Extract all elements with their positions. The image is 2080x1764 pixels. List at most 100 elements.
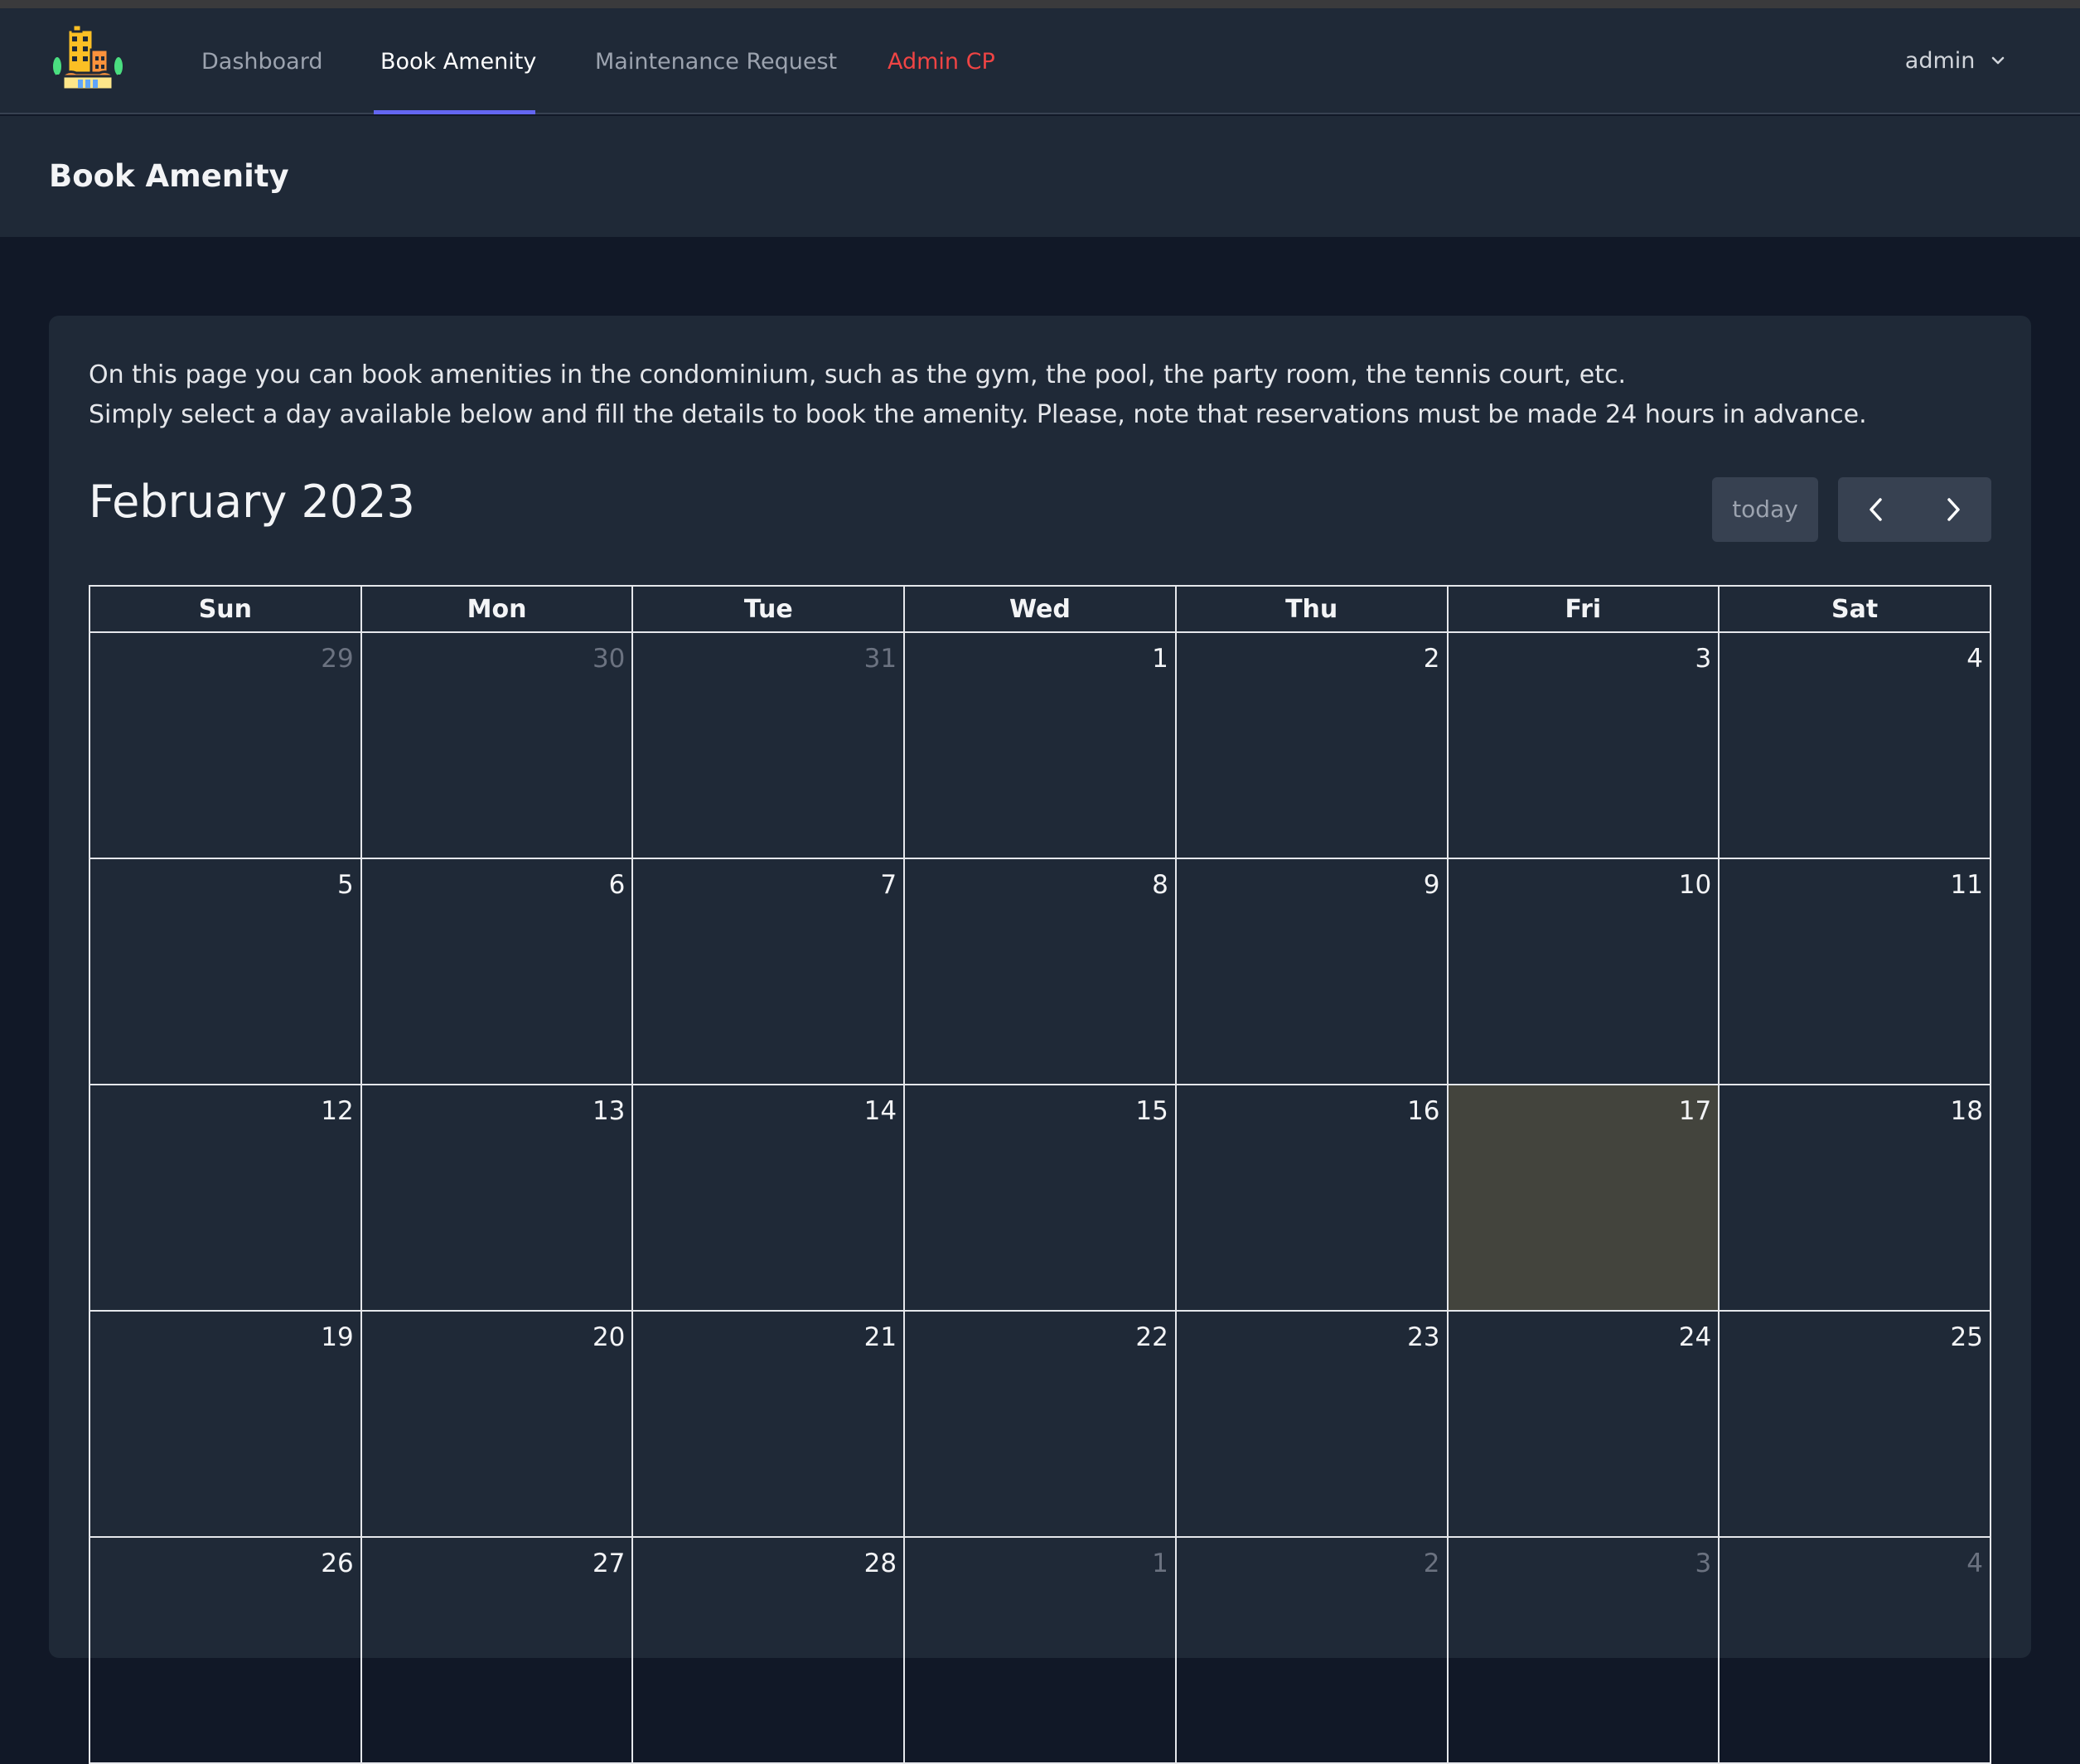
next-month-button[interactable] <box>1915 477 1991 542</box>
day-number: 26 <box>321 1549 354 1578</box>
week-row: 19 20 21 22 23 24 25 <box>89 1310 1991 1538</box>
day-cell-other-month[interactable]: 29 <box>89 631 362 859</box>
day-cell[interactable]: 15 <box>903 1084 1177 1312</box>
day-cell[interactable]: 23 <box>1174 1310 1449 1538</box>
day-number: 3 <box>1695 644 1712 674</box>
day-number: 8 <box>1152 870 1168 900</box>
weekday-header: Sun <box>89 585 362 633</box>
day-number: 10 <box>1678 870 1712 900</box>
day-number: 28 <box>863 1549 897 1578</box>
day-cell[interactable]: 25 <box>1718 1310 1991 1538</box>
chevron-down-icon <box>1991 56 2005 64</box>
day-cell-other-month[interactable]: 31 <box>631 631 906 859</box>
day-number: 2 <box>1423 644 1440 674</box>
intro-line-1: On this page you can book amenities in t… <box>89 360 1627 389</box>
day-number: 27 <box>592 1549 626 1578</box>
day-number: 23 <box>1407 1322 1440 1352</box>
day-number: 6 <box>608 870 626 900</box>
day-number: 5 <box>336 870 354 900</box>
day-number: 21 <box>863 1322 897 1352</box>
day-cell[interactable]: 12 <box>89 1084 362 1312</box>
day-cell[interactable]: 1 <box>903 631 1177 859</box>
day-number: 4 <box>1966 644 1983 674</box>
day-number: 19 <box>321 1322 354 1352</box>
day-cell[interactable]: 2 <box>1174 631 1449 859</box>
day-number: 16 <box>1407 1096 1440 1126</box>
calendar-title: February 2023 <box>89 476 415 528</box>
day-cell[interactable]: 13 <box>360 1084 634 1312</box>
day-cell[interactable]: 5 <box>89 858 362 1085</box>
day-number: 11 <box>1950 870 1983 900</box>
nav-maintenance-request[interactable]: Maintenance Request <box>595 8 837 113</box>
day-number: 25 <box>1950 1322 1983 1352</box>
nav-book-amenity[interactable]: Book Amenity <box>380 8 536 113</box>
day-cell[interactable]: 16 <box>1174 1084 1449 1312</box>
day-number: 12 <box>321 1096 354 1126</box>
day-number: 29 <box>321 644 354 674</box>
week-row: 29 30 31 1 2 3 4 <box>89 631 1991 859</box>
weekday-header-row: Sun Mon Tue Wed Thu Fri Sat <box>89 585 1991 633</box>
day-cell[interactable]: 9 <box>1174 858 1449 1085</box>
building-logo-icon <box>51 23 124 93</box>
day-number: 4 <box>1966 1549 1983 1578</box>
day-number: 30 <box>592 644 626 674</box>
today-button[interactable]: today <box>1712 477 1818 542</box>
day-cell[interactable]: 14 <box>631 1084 906 1312</box>
day-number: 18 <box>1950 1096 1983 1126</box>
chevron-right-icon <box>1947 498 1960 521</box>
day-cell[interactable]: 3 <box>1446 631 1720 859</box>
day-number: 3 <box>1695 1549 1712 1578</box>
window-top-bar <box>0 0 2080 8</box>
day-number: 15 <box>1135 1096 1168 1126</box>
top-navbar: Dashboard Book Amenity Maintenance Reque… <box>0 8 2080 114</box>
intro-line-2: Simply select a day available below and … <box>89 400 1867 429</box>
day-cell-today[interactable]: 17 <box>1446 1084 1720 1312</box>
day-cell[interactable]: 26 <box>89 1536 362 1764</box>
day-cell-other-month[interactable]: 4 <box>1718 1536 1991 1764</box>
day-number: 13 <box>592 1096 626 1126</box>
calendar-grid: Sun Mon Tue Wed Thu Fri Sat 29 30 31 1 2… <box>89 585 1991 1764</box>
day-cell[interactable]: 22 <box>903 1310 1177 1538</box>
weekday-header: Mon <box>360 585 634 633</box>
month-nav-group <box>1838 477 1991 542</box>
nav-dashboard[interactable]: Dashboard <box>201 8 322 113</box>
weekday-header: Wed <box>903 585 1177 633</box>
day-cell-other-month[interactable]: 3 <box>1446 1536 1720 1764</box>
day-number: 31 <box>863 644 897 674</box>
day-number: 14 <box>863 1096 897 1126</box>
day-cell[interactable]: 18 <box>1718 1084 1991 1312</box>
condominium-logo[interactable] <box>50 23 126 101</box>
day-cell[interactable]: 6 <box>360 858 634 1085</box>
day-number: 7 <box>880 870 897 900</box>
prev-month-button[interactable] <box>1838 477 1914 542</box>
intro-text: On this page you can book amenities in t… <box>89 355 1867 435</box>
day-cell[interactable]: 4 <box>1718 631 1991 859</box>
day-number: 22 <box>1135 1322 1168 1352</box>
day-number: 24 <box>1678 1322 1712 1352</box>
user-name: admin <box>1904 48 1976 74</box>
weekday-header: Thu <box>1174 585 1449 633</box>
page-title: Book Amenity <box>49 158 289 194</box>
day-cell-other-month[interactable]: 1 <box>903 1536 1177 1764</box>
day-cell[interactable]: 10 <box>1446 858 1720 1085</box>
day-cell[interactable]: 20 <box>360 1310 634 1538</box>
week-row: 5 6 7 8 9 10 11 <box>89 858 1991 1085</box>
day-cell[interactable]: 19 <box>89 1310 362 1538</box>
day-number: 2 <box>1423 1549 1440 1578</box>
chevron-left-icon <box>1870 498 1882 521</box>
weekday-header: Tue <box>631 585 906 633</box>
page-header: Book Amenity <box>0 116 2080 237</box>
user-menu[interactable]: admin <box>1905 8 2005 113</box>
day-cell[interactable]: 7 <box>631 858 906 1085</box>
active-tab-indicator <box>374 110 535 114</box>
day-cell[interactable]: 28 <box>631 1536 906 1764</box>
day-cell-other-month[interactable]: 2 <box>1174 1536 1449 1764</box>
nav-admin-cp[interactable]: Admin CP <box>888 8 995 113</box>
day-cell[interactable]: 8 <box>903 858 1177 1085</box>
day-cell[interactable]: 27 <box>360 1536 634 1764</box>
day-cell[interactable]: 24 <box>1446 1310 1720 1538</box>
day-cell[interactable]: 11 <box>1718 858 1991 1085</box>
day-number: 9 <box>1423 870 1440 900</box>
day-cell-other-month[interactable]: 30 <box>360 631 634 859</box>
day-cell[interactable]: 21 <box>631 1310 906 1538</box>
